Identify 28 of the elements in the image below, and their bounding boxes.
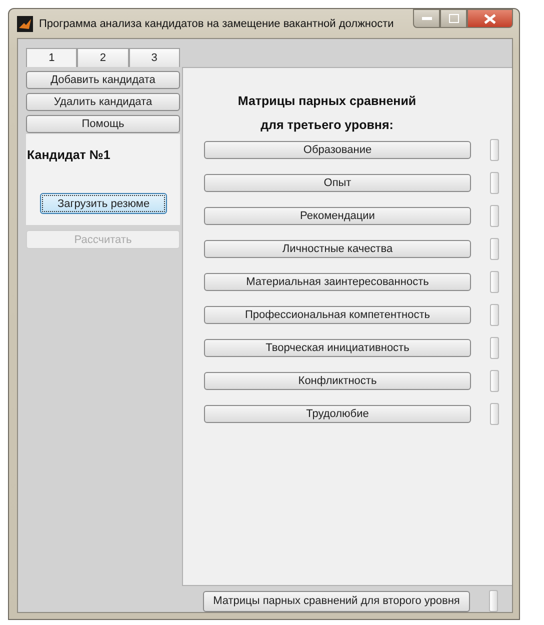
sidebar-button[interactable]: Добавить кандидата	[26, 71, 180, 89]
minimize-icon	[422, 16, 432, 20]
maximize-button[interactable]	[440, 9, 467, 28]
close-button[interactable]	[467, 9, 513, 28]
matrix-button[interactable]: Личностные качества	[204, 240, 471, 258]
matrix-button[interactable]: Материальная заинтересованность	[204, 273, 471, 291]
matrix-button[interactable]: Опыт	[204, 174, 471, 192]
matrix-button[interactable]: Конфликтность	[204, 372, 471, 390]
matrix-button[interactable]: Образование	[204, 141, 471, 159]
matrix-button[interactable]: Творческая инициативность	[204, 339, 471, 357]
window-title: Программа анализа кандидатов на замещение вакантной должности	[39, 18, 394, 30]
tab[interactable]: 2	[77, 48, 129, 67]
sidebar-button[interactable]: Удалить кандидата	[26, 93, 180, 111]
sidebar-button[interactable]: Помощь	[26, 115, 180, 133]
app-icon	[17, 16, 33, 32]
candidate-title: Кандидат №1	[27, 148, 112, 162]
matrix-button[interactable]: Рекомендации	[204, 207, 471, 225]
minimize-button[interactable]	[413, 9, 440, 28]
tab[interactable]: 1	[26, 48, 78, 67]
second-level-button[interactable]: Матрицы парных сравнений для второго уровня	[203, 590, 470, 612]
panel-heading: для третьего уровня:	[260, 118, 394, 132]
close-icon	[484, 14, 496, 24]
maximize-icon	[448, 14, 458, 23]
panel-heading: Матрицы парных сравнений	[238, 94, 416, 108]
tab[interactable]: 3	[128, 48, 180, 67]
matrix-button[interactable]: Трудолюбие	[204, 405, 471, 423]
matrix-button[interactable]: Профессиональная компетентность	[204, 306, 471, 324]
load-resume-button[interactable]: Загрузить резюме	[40, 193, 167, 214]
